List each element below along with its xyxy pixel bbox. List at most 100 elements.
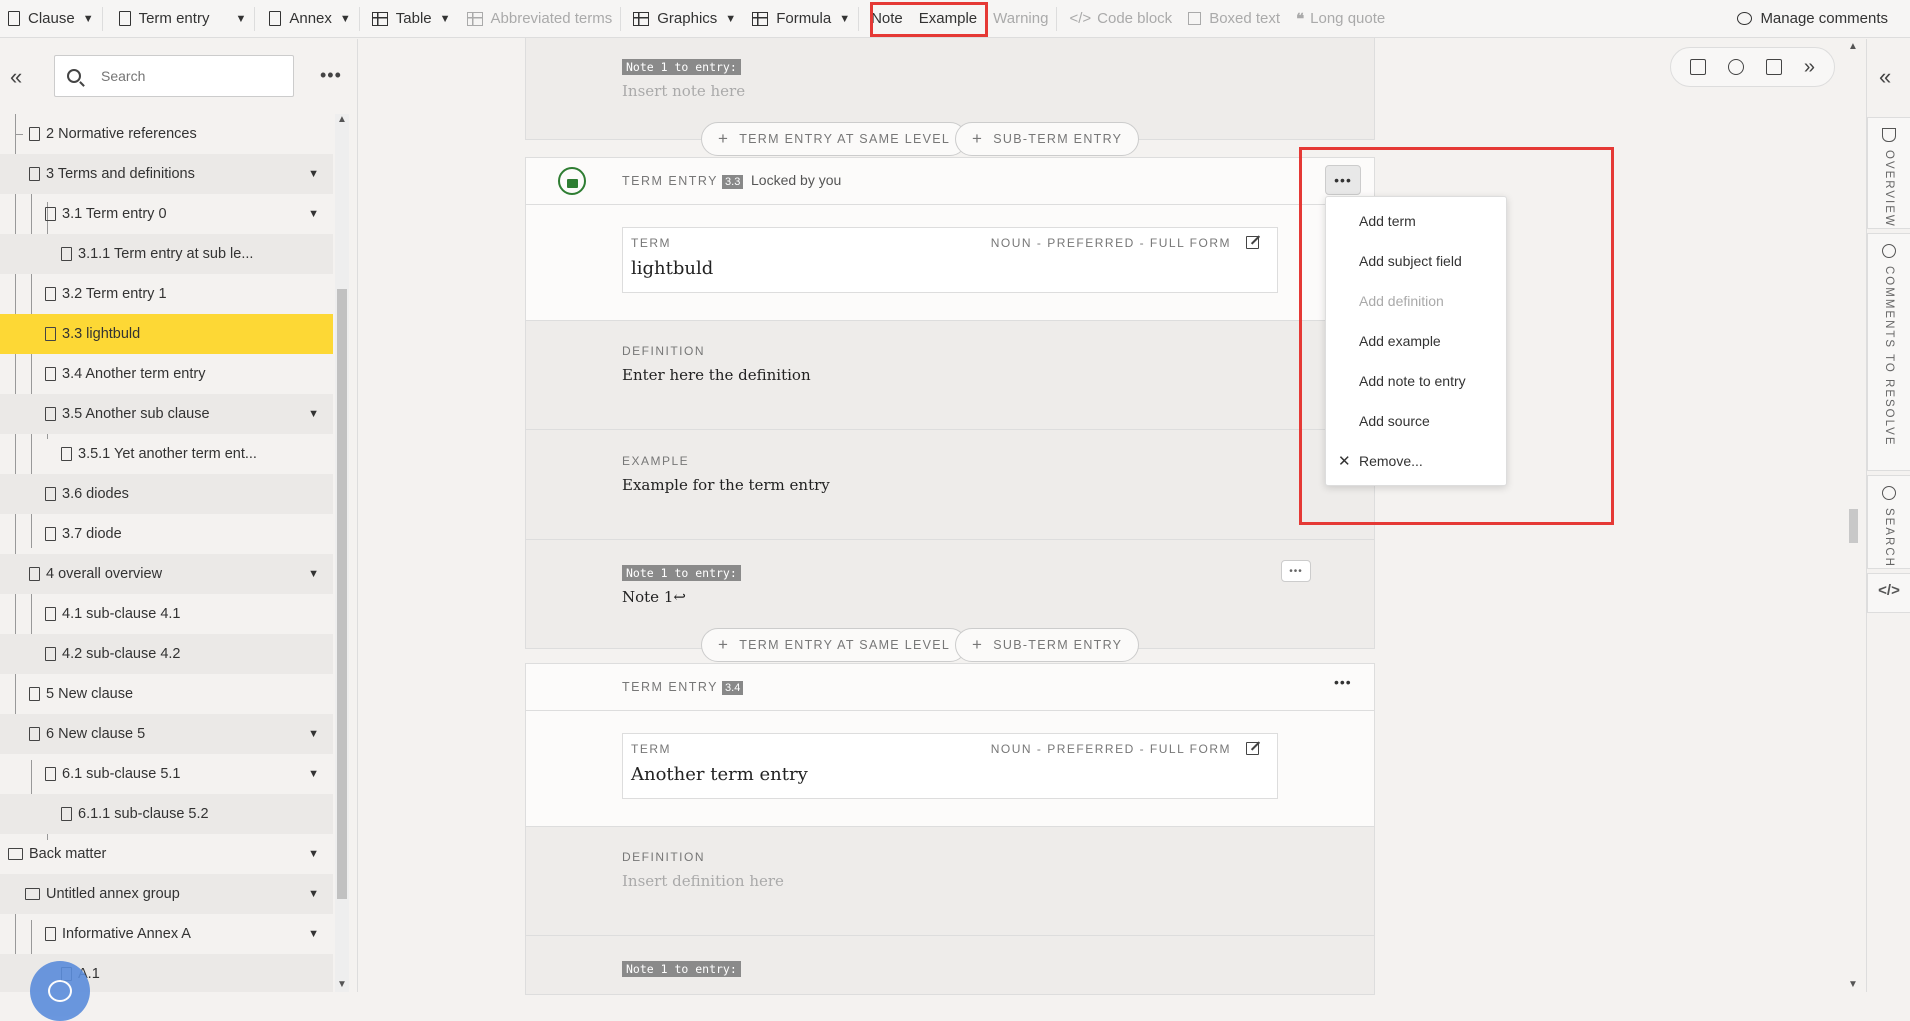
tree-item[interactable]: 4.1 sub-clause 4.1 [0,594,333,634]
tree-item[interactable]: 3.7 diode [0,514,333,554]
term-card[interactable]: TERM NOUN - PREFERRED - FULL FORM Anothe… [622,733,1278,799]
tree-item[interactable]: 3.1 Term entry 0 ▼ [0,194,333,234]
tree-item[interactable]: 3.4 Another term entry [0,354,333,394]
chevron-down-icon[interactable]: ▼ [308,928,319,940]
edit-icon[interactable] [1246,236,1259,249]
add-term-entry-same-level-button[interactable]: + TERM ENTRY AT SAME LEVEL [701,628,968,662]
search-input[interactable] [101,68,281,84]
tree-item[interactable]: 3 Terms and definitions ▼ [0,154,333,194]
add-term-entry-same-level-button[interactable]: + TERM ENTRY AT SAME LEVEL [701,122,968,156]
chevron-down-icon[interactable]: ▼ [308,208,319,220]
term-entry-header-label: TERM ENTRY [622,174,719,188]
edit-icon[interactable] [1246,742,1259,755]
example-text[interactable]: Example for the term entry [622,476,830,494]
note-button[interactable]: Note [859,0,911,38]
boxed-text-label: Boxed text [1209,10,1281,27]
example-button[interactable]: Example [911,0,985,38]
add-sub-term-entry-button[interactable]: + SUB-TERM ENTRY [955,122,1140,156]
annex-menu[interactable]: Annex ▼ [255,0,358,38]
more-options-icon[interactable]: ••• [320,65,342,86]
add-term-item[interactable]: Add term [1359,213,1416,229]
table-menu[interactable]: Table ▼ [360,0,459,38]
collapse-right-icon[interactable]: « [1879,64,1891,90]
scroll-up-icon[interactable]: ▲ [337,114,347,125]
tree-item[interactable]: 2 Normative references [0,114,333,154]
export-icon[interactable] [1765,59,1782,75]
add-definition-item[interactable]: Add definition [1359,293,1444,309]
tree-item[interactable]: 6.1.1 sub-clause 5.2 [0,794,333,834]
note-placeholder[interactable]: Insert note here [622,82,745,100]
code-block-button[interactable]: </> Code block [1057,0,1180,38]
outline-scrollbar[interactable]: ▲ ▼ [335,114,349,992]
scrollbar-thumb[interactable] [337,289,347,899]
scrollbar-thumb[interactable] [1849,509,1858,543]
chevron-down-icon[interactable]: ▼ [308,888,319,900]
chevron-down-icon[interactable]: ▼ [308,768,319,780]
term-entry-menu[interactable]: Term entry ▼ [103,0,255,38]
tree-item-label: 2 Normative references [46,126,197,142]
collapse-left-icon[interactable]: « [10,64,22,90]
definition-text[interactable]: Enter here the definition [622,366,811,384]
remove-item[interactable]: Remove... [1359,453,1423,469]
chevron-down-icon[interactable]: ▼ [308,848,319,860]
add-subject-field-item[interactable]: Add subject field [1359,253,1462,269]
graphics-menu[interactable]: Graphics ▼ [621,0,744,38]
chevron-down-icon[interactable]: ▼ [308,568,319,580]
tree-item-label: 6 New clause 5 [46,726,146,742]
tree-item[interactable]: 4 overall overview ▼ [0,554,333,594]
tab-comments-to-resolve[interactable]: COMMENTS TO RESOLVE [1867,233,1910,471]
formula-menu[interactable]: Formula ▼ [744,0,858,38]
tree-item[interactable]: 6 New clause 5 ▼ [0,714,333,754]
help-chat-button[interactable] [30,961,90,1021]
term-value[interactable]: lightbuld [631,258,713,279]
boxed-text-button[interactable]: Boxed text [1180,0,1288,38]
clause-menu[interactable]: Clause ▼ [0,0,102,38]
definition-placeholder[interactable]: Insert definition here [622,872,784,890]
scroll-down-icon[interactable]: ▼ [1848,979,1858,990]
add-example-item[interactable]: Add example [1359,333,1441,349]
term-card[interactable]: TERM NOUN - PREFERRED - FULL FORM lightb… [622,227,1278,293]
term-entry-more-button[interactable]: ••• [1334,674,1352,690]
tree-item[interactable]: Informative Annex A ▼ [0,914,333,954]
term-entry-more-button[interactable]: ••• [1325,165,1361,195]
scroll-down-icon[interactable]: ▼ [337,979,347,990]
tree-item[interactable]: 3.5 Another sub clause ▼ [0,394,333,434]
tab-search[interactable]: SEARCH [1867,475,1910,569]
add-sub-term-entry-button[interactable]: + SUB-TERM ENTRY [955,628,1140,662]
document-scrollbar[interactable]: ▲ ▼ [1846,39,1860,992]
tree-item[interactable]: 5 New clause [0,674,333,714]
tree-item[interactable]: 3.6 diodes [0,474,333,514]
plus-icon: + [972,129,984,148]
expand-right-icon[interactable]: » [1804,56,1815,79]
scroll-up-icon[interactable]: ▲ [1848,41,1858,52]
add-note-to-entry-item[interactable]: Add note to entry [1359,373,1466,389]
comment-icon[interactable] [1727,59,1744,75]
note-text[interactable]: Note 1↩ [622,588,686,606]
tree-item[interactable]: 4.2 sub-clause 4.2 [0,634,333,674]
note-section: Note 1 to entry: [525,935,1375,995]
tree-item-selected[interactable]: 3.3 lightbuld [0,314,333,354]
document-icon [29,127,40,141]
chevron-down-icon[interactable]: ▼ [308,408,319,420]
chevron-down-icon[interactable]: ▼ [308,728,319,740]
note-more-button[interactable]: ••• [1281,560,1311,582]
document-icon [61,807,72,821]
box-icon [1188,12,1202,25]
long-quote-button[interactable]: ❝ Long quote [1288,0,1393,38]
tab-overview[interactable]: OVERVIEW [1867,117,1910,229]
tree-item[interactable]: Back matter ▼ [0,834,333,874]
tree-item[interactable]: 3.1.1 Term entry at sub le... [0,234,333,274]
tree-item[interactable]: 3.5.1 Yet another term ent... [0,434,333,474]
tree-item[interactable]: Untitled annex group ▼ [0,874,333,914]
tree-item-label: 3.7 diode [62,526,122,542]
add-source-item[interactable]: Add source [1359,413,1430,429]
abbreviated-terms-button[interactable]: Abbreviated terms [459,0,621,38]
chevron-down-icon[interactable]: ▼ [308,168,319,180]
tree-item[interactable]: 6.1 sub-clause 5.1 ▼ [0,754,333,794]
tab-code[interactable]: </> [1867,573,1910,613]
tree-item[interactable]: 3.2 Term entry 1 [0,274,333,314]
manage-comments-button[interactable]: Manage comments [1729,0,1910,38]
edit-icon[interactable] [1689,59,1706,75]
warning-button[interactable]: Warning [985,0,1056,38]
term-value[interactable]: Another term entry [631,764,808,785]
